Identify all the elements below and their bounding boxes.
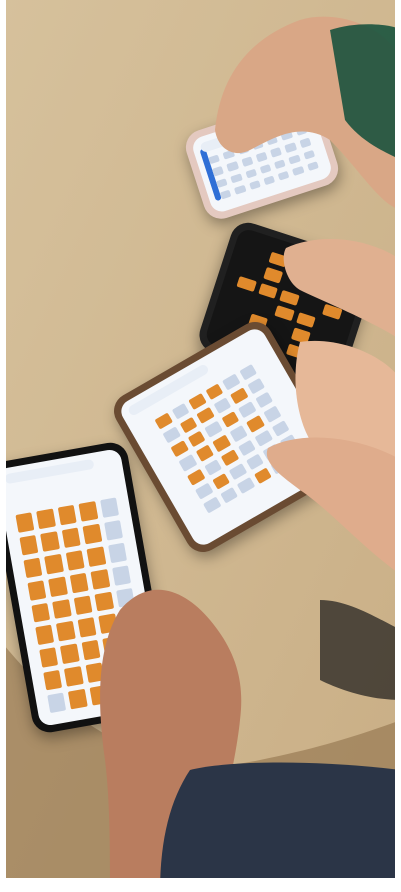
left-margin (0, 0, 6, 892)
right-margin (395, 0, 401, 892)
hands-overlay (100, 16, 401, 892)
sleeve-bottom-right (160, 762, 401, 892)
photo-scene (0, 0, 401, 892)
bottom-margin (0, 878, 401, 892)
hand-right-1 (283, 238, 401, 340)
sleeve-right-dark (320, 600, 401, 700)
hand-right-3 (266, 437, 401, 575)
